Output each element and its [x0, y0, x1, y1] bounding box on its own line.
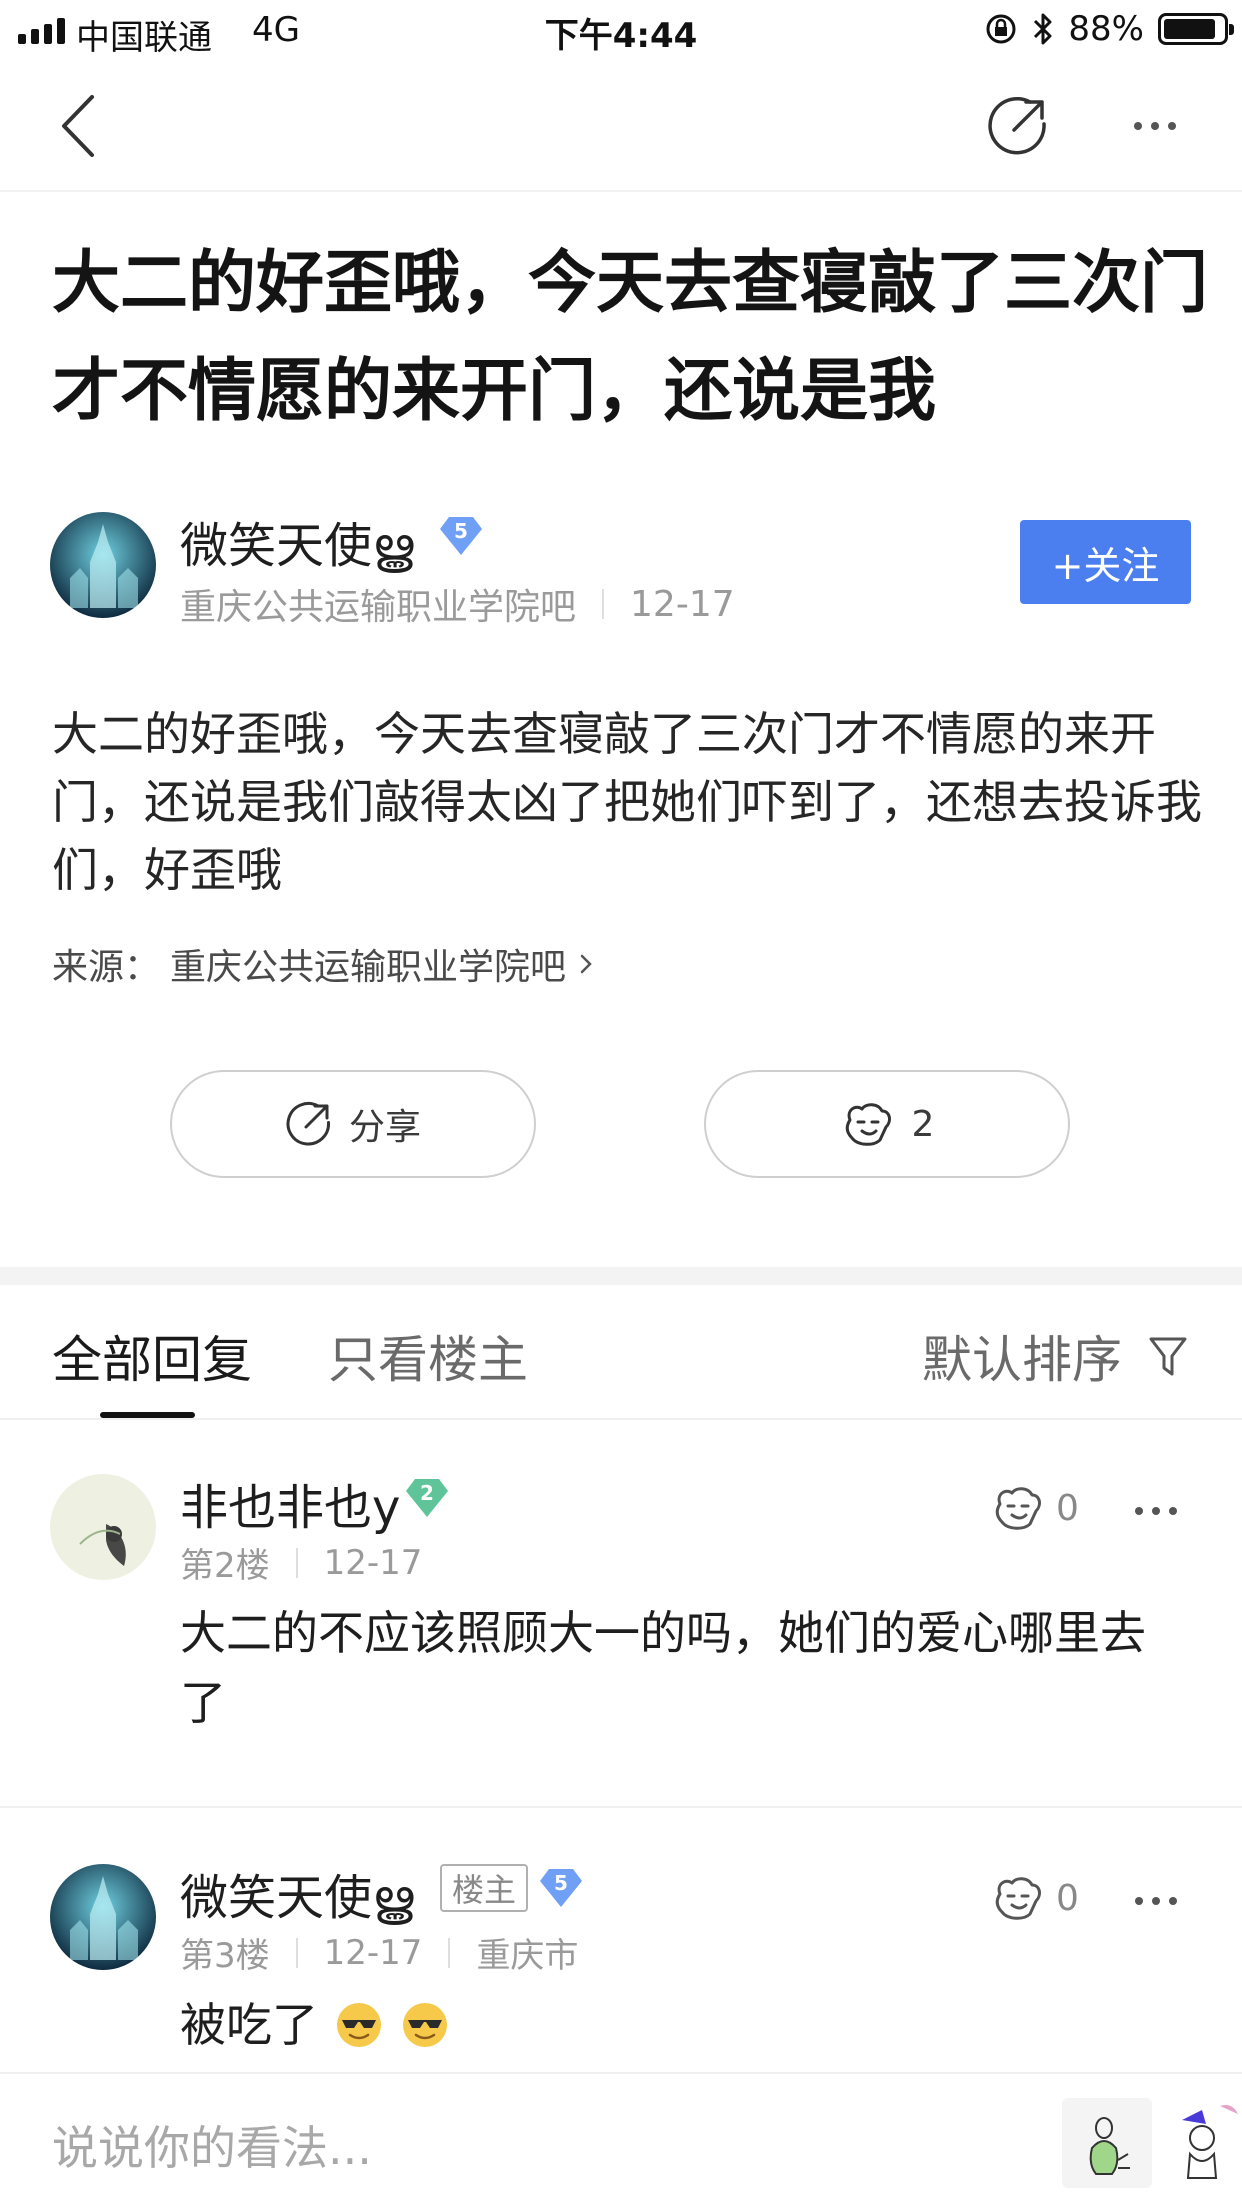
- avatar-image: [50, 1864, 156, 1970]
- author-level-number: 5: [454, 519, 468, 543]
- status-right: 88%: [984, 9, 1234, 49]
- author-level-badge: 5: [438, 514, 482, 558]
- emoji-cool-icon: [337, 2003, 381, 2047]
- like-button[interactable]: 2: [704, 1070, 1070, 1178]
- sticker-button[interactable]: [1176, 2094, 1242, 2190]
- share-icon: [286, 1102, 330, 1146]
- status-bar: 中国联通 4G 下午4:44 88%: [0, 0, 1242, 60]
- reply-level-badge: 5: [538, 1866, 582, 1910]
- reply-like-count: 0: [1056, 1487, 1079, 1529]
- like-hand-icon: [995, 1487, 1041, 1530]
- reply-level-number: 2: [420, 1481, 434, 1505]
- chevron-right-icon: [580, 954, 592, 974]
- bluetooth-icon: [1034, 13, 1052, 45]
- emoji-cool-icon: [403, 2003, 447, 2047]
- tabs-divider: [0, 1418, 1242, 1420]
- reply-date: 12-17: [323, 1932, 423, 1973]
- back-button[interactable]: [48, 90, 108, 162]
- more-button[interactable]: [1120, 100, 1190, 152]
- author-forum[interactable]: 重庆公共运输职业学院吧: [180, 578, 576, 630]
- reply-location: 重庆市: [476, 1936, 579, 1976]
- avatar-image: [50, 1474, 156, 1580]
- author-avatar[interactable]: [50, 512, 156, 618]
- sticker-button[interactable]: [1062, 2098, 1152, 2188]
- sticker-icon: [1182, 2105, 1238, 2179]
- back-icon: [62, 95, 94, 157]
- reply-level-number: 5: [554, 1871, 568, 1895]
- reply-like-button[interactable]: 0: [990, 1874, 1079, 1922]
- tab-owner-only[interactable]: 只看楼主: [328, 1320, 528, 1392]
- reply-more-button[interactable]: [1126, 1496, 1186, 1526]
- reply-avatar[interactable]: [50, 1864, 156, 1970]
- reply-meta: 第3楼 12-17 重庆市: [180, 1928, 578, 1977]
- author-meta: 重庆公共运输职业学院吧 12-17: [180, 578, 735, 630]
- section-gap: [0, 1267, 1242, 1285]
- filter-icon: [1149, 1337, 1187, 1376]
- share-icon: [988, 96, 1046, 155]
- owner-tag: 楼主: [440, 1864, 529, 1912]
- reply-author-name[interactable]: 微笑天使ൠ: [180, 1858, 414, 1928]
- reply-floor: 第2楼: [180, 1546, 270, 1586]
- sticker-icon: [1089, 2117, 1130, 2175]
- reply-date: 12-17: [323, 1542, 423, 1583]
- sort-button[interactable]: 默认排序: [922, 1320, 1188, 1392]
- reply-text: 被吃了: [180, 1998, 318, 2052]
- avatar-image: [50, 512, 156, 618]
- reply-content: 被吃了: [180, 1990, 450, 2060]
- more-icon: [1135, 1507, 1177, 1515]
- sort-label: 默认排序: [922, 1331, 1122, 1389]
- more-icon: [1134, 122, 1176, 130]
- nav-divider: [0, 190, 1242, 192]
- share-button[interactable]: 分享: [170, 1070, 536, 1178]
- share-top-button[interactable]: [982, 90, 1054, 162]
- like-hand-icon: [995, 1877, 1041, 1920]
- reply-level-badge: 2: [404, 1476, 448, 1520]
- tab-all-replies[interactable]: 全部回复: [52, 1320, 252, 1392]
- reply-more-button[interactable]: [1126, 1886, 1186, 1916]
- source-link[interactable]: 来源： 重庆公共运输职业学院吧: [52, 938, 598, 990]
- post-date: 12-17: [630, 583, 735, 625]
- follow-button[interactable]: +关注: [1020, 520, 1191, 604]
- source-forum: 重庆公共运输职业学院吧: [170, 947, 567, 988]
- author-name[interactable]: 微笑天使ൠ: [180, 506, 414, 576]
- orientation-lock-icon: [986, 14, 1016, 44]
- reply-divider: [0, 1806, 1242, 1808]
- battery-icon: [1158, 13, 1234, 45]
- post-title: 大二的好歪哦，今天去查寝敲了三次门才不情愿的来开门，还说是我: [52, 244, 1209, 431]
- share-label: 分享: [348, 1107, 421, 1148]
- reply-author-name[interactable]: 非也非也y: [180, 1468, 400, 1538]
- reply-text: 大二的不应该照顾大一的吗，她们的爱心哪里去了: [180, 1606, 1146, 1730]
- more-icon: [1135, 1897, 1177, 1905]
- reply-like-button[interactable]: 0: [990, 1484, 1079, 1532]
- reply-like-count: 0: [1056, 1877, 1079, 1919]
- source-label: 来源：: [52, 947, 161, 988]
- battery-percent: 88%: [1068, 9, 1144, 49]
- reply-avatar[interactable]: [50, 1474, 156, 1580]
- comment-input[interactable]: 说说你的看法...: [52, 2112, 372, 2178]
- reply-meta: 第2楼 12-17: [180, 1538, 422, 1587]
- post-body: 大二的好歪哦，今天去查寝敲了三次门才不情愿的来开门，还说是我们敲得太凶了把她们吓…: [52, 707, 1202, 897]
- like-hand-icon: [845, 1103, 891, 1146]
- reply-floor: 第3楼: [180, 1936, 270, 1976]
- like-count: 2: [911, 1103, 935, 1145]
